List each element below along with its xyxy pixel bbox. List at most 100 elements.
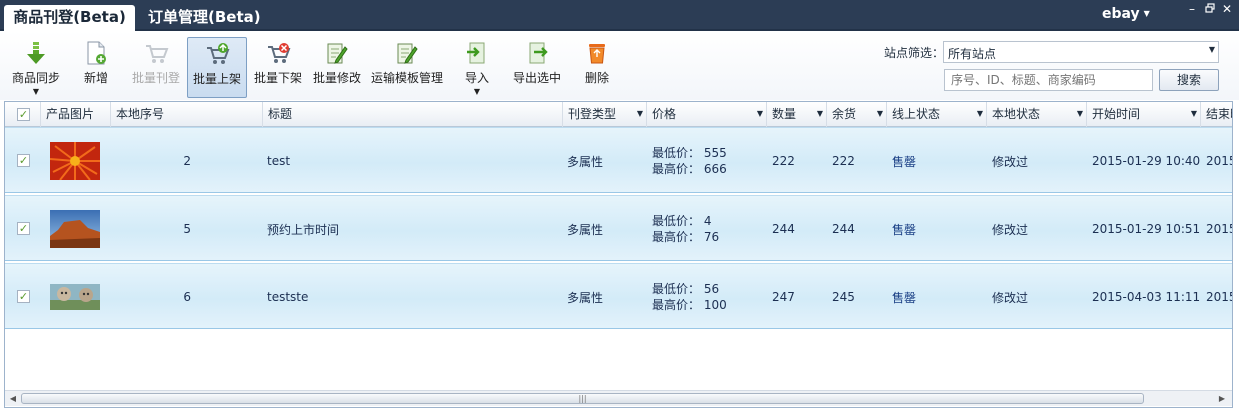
- add-button[interactable]: 新增: [72, 37, 120, 98]
- recycle-bin-icon: [589, 44, 605, 64]
- online-status-cell: 售罄: [892, 154, 917, 169]
- col-header-title[interactable]: 标题: [263, 102, 563, 127]
- tab-product-listing[interactable]: 商品刊登(Beta): [4, 5, 135, 31]
- listing-type-cell: 多属性: [567, 222, 604, 237]
- delete-button[interactable]: 删除: [578, 37, 616, 98]
- chevron-down-icon: ▼: [1143, 9, 1150, 18]
- header-select-all[interactable]: ✓: [5, 102, 41, 127]
- grid-header: ✓ 产品图片 本地序号 标题 刊登类型 ▼ 价格 ▼ 数量 ▼ 余货 ▼ 线上状态 ▼ 本…: [5, 102, 1232, 127]
- tab-order-management[interactable]: 订单管理(Beta): [140, 5, 269, 31]
- col-header-listing-type[interactable]: 刊登类型 ▼: [563, 102, 647, 127]
- chevron-down-icon: ▼: [32, 87, 40, 96]
- col-header-start-time-label: 开始时间: [1092, 107, 1141, 121]
- table-row[interactable]: ✓ 6 teststе 多属性 最低价： 56 最高价： 100 247 245…: [5, 263, 1232, 330]
- edit-document-icon: [327, 43, 348, 64]
- local-no-cell: 6: [183, 290, 191, 304]
- filter-dropdown-icon[interactable]: ▼: [817, 102, 823, 126]
- batch-publish-button[interactable]: 批量刊登: [128, 37, 184, 98]
- max-price: 最高价： 100: [652, 298, 727, 312]
- col-header-local-status[interactable]: 本地状态 ▼: [987, 102, 1087, 127]
- end-time-cell: 2015: [1206, 290, 1232, 304]
- price-cell: 最低价： 4 最高价： 76: [652, 213, 719, 245]
- min-price: 最低价： 4: [652, 214, 712, 228]
- account-name: ebay: [1102, 6, 1140, 22]
- filter-dropdown-icon[interactable]: ▼: [977, 102, 983, 126]
- batch-list-button[interactable]: 批量上架: [187, 37, 247, 98]
- col-header-price-label: 价格: [652, 107, 677, 121]
- select-all-checkbox[interactable]: ✓: [17, 108, 30, 121]
- filter-dropdown-icon[interactable]: ▼: [877, 102, 883, 126]
- restore-icon: [1205, 3, 1215, 13]
- quantity-cell: 222: [772, 154, 795, 168]
- top-tab-bar: 商品刊登(Beta) 订单管理(Beta) ebay ▼ – ✕: [0, 0, 1239, 31]
- start-time-cell: 2015-04-03 11:11: [1092, 290, 1201, 304]
- batch-edit-button[interactable]: 批量修改: [311, 37, 363, 98]
- cart-up-icon: [207, 43, 230, 64]
- col-header-start-time[interactable]: 开始时间 ▼: [1087, 102, 1201, 127]
- batch-delist-button[interactable]: 批量下架: [250, 37, 306, 98]
- minimize-button[interactable]: –: [1185, 2, 1199, 16]
- edit-template-icon: [397, 43, 418, 64]
- row-checkbox[interactable]: ✓: [17, 154, 30, 167]
- product-image: [50, 210, 100, 248]
- search-button[interactable]: 搜索: [1159, 69, 1219, 91]
- chevron-down-icon: ▼: [1208, 45, 1215, 54]
- search-input[interactable]: [944, 69, 1153, 91]
- import-button[interactable]: 导入 ▼: [456, 37, 498, 98]
- listing-type-cell: 多属性: [567, 154, 604, 169]
- close-button[interactable]: ✕: [1220, 2, 1234, 16]
- site-filter-label: 站点筛选：: [884, 46, 945, 60]
- online-status-cell: 售罄: [892, 290, 917, 305]
- quantity-cell: 247: [772, 290, 795, 304]
- scrollbar-thumb[interactable]: |||: [21, 393, 1144, 404]
- horizontal-scrollbar[interactable]: ◀ ||| ▶: [5, 390, 1232, 406]
- min-price: 最低价： 56: [652, 282, 720, 296]
- remaining-cell: 222: [832, 154, 855, 168]
- col-header-quantity[interactable]: 数量 ▼: [767, 102, 827, 127]
- export-selected-button[interactable]: 导出选中: [509, 37, 565, 98]
- table-row[interactable]: ✓ 5 预约上市时间 多属性 最低价： 4 最高价： 76 244 244 售罄…: [5, 195, 1232, 262]
- filter-dropdown-icon[interactable]: ▼: [1077, 102, 1083, 126]
- title-cell[interactable]: test: [267, 128, 290, 194]
- row-checkbox[interactable]: ✓: [17, 222, 30, 235]
- price-cell: 最低价： 56 最高价： 100: [652, 281, 727, 313]
- col-header-quantity-label: 数量: [772, 107, 797, 121]
- scroll-right-icon[interactable]: ▶: [1216, 393, 1228, 404]
- chevron-down-icon: ▼: [473, 87, 481, 96]
- publish-cart-icon: [146, 45, 169, 63]
- col-header-image[interactable]: 产品图片: [41, 102, 111, 127]
- row-checkbox[interactable]: ✓: [17, 290, 30, 303]
- filter-dropdown-icon[interactable]: ▼: [637, 102, 643, 126]
- account-menu[interactable]: ebay ▼: [1102, 6, 1150, 22]
- listing-type-cell: 多属性: [567, 290, 604, 305]
- remaining-cell: 244: [832, 222, 855, 236]
- col-header-online-status-label: 线上状态: [892, 107, 941, 121]
- product-grid: ✓ 产品图片 本地序号 标题 刊登类型 ▼ 价格 ▼ 数量 ▼ 余货 ▼ 线上状态 ▼ 本…: [4, 101, 1233, 408]
- max-price: 最高价： 666: [652, 162, 727, 176]
- local-status-cell: 修改过: [992, 154, 1029, 169]
- scroll-left-icon[interactable]: ◀: [7, 393, 19, 404]
- col-header-listing-type-label: 刊登类型: [568, 107, 617, 121]
- import-icon: [467, 42, 485, 64]
- col-header-price[interactable]: 价格 ▼: [647, 102, 767, 127]
- end-time-cell: 2015: [1206, 154, 1232, 168]
- sync-products-button[interactable]: 商品同步 ▼: [8, 37, 64, 98]
- table-row[interactable]: ✓ 2 test 多属性 最低价： 555 最高价： 666 222 222 售…: [5, 127, 1232, 194]
- col-header-remaining[interactable]: 余货 ▼: [827, 102, 887, 127]
- start-time-cell: 2015-01-29 10:51: [1092, 222, 1201, 236]
- filter-dropdown-icon[interactable]: ▼: [1191, 102, 1197, 126]
- filter-dropdown-icon[interactable]: ▼: [757, 102, 763, 126]
- title-cell[interactable]: 预约上市时间: [267, 196, 339, 262]
- title-cell[interactable]: teststе: [267, 264, 308, 330]
- shipping-template-button[interactable]: 运输模板管理: [369, 37, 445, 98]
- start-time-cell: 2015-01-29 10:40: [1092, 154, 1201, 168]
- price-cell: 最低价： 555 最高价： 666: [652, 145, 727, 177]
- new-document-icon: [87, 41, 106, 65]
- col-header-online-status[interactable]: 线上状态 ▼: [887, 102, 987, 127]
- local-no-cell: 2: [183, 154, 191, 168]
- download-arrow-icon: [27, 42, 45, 64]
- col-header-local-no[interactable]: 本地序号: [111, 102, 263, 127]
- restore-button[interactable]: [1203, 2, 1217, 16]
- site-filter-select[interactable]: 所有站点 ▼: [943, 41, 1219, 63]
- col-header-end-time[interactable]: 结束时: [1201, 102, 1232, 127]
